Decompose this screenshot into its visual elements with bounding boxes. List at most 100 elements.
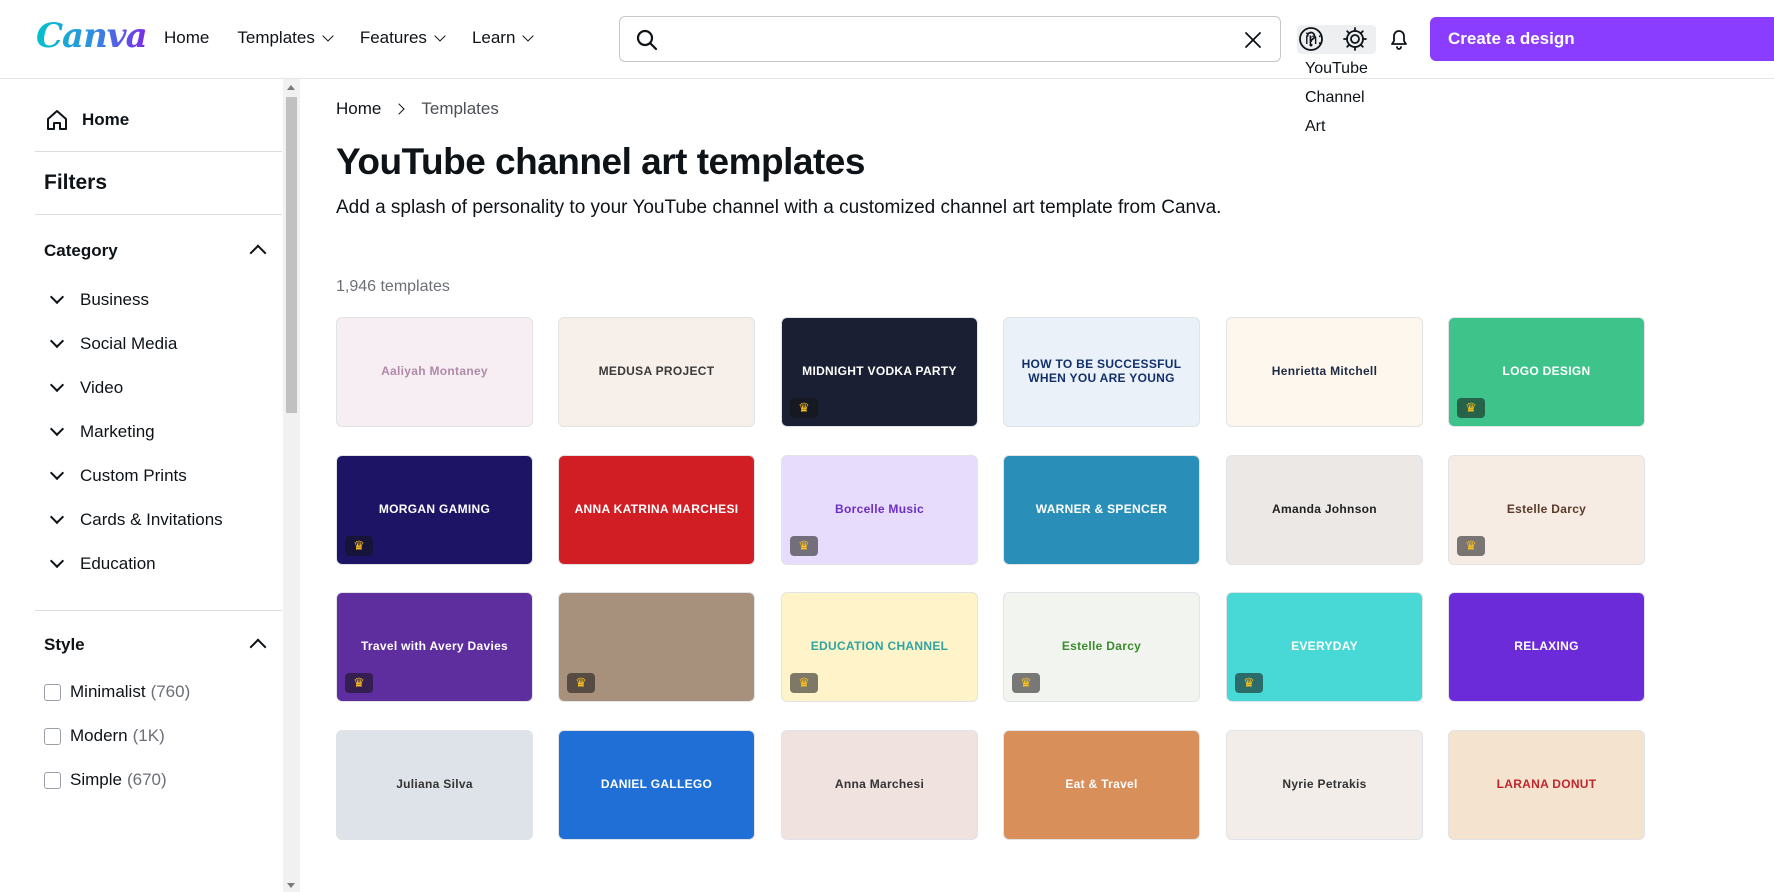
template-card-title: Juliana Silva <box>396 777 473 792</box>
bell-icon[interactable] <box>1385 25 1413 53</box>
template-card-title: Anna Marchesi <box>834 777 925 792</box>
template-card-title: LARANA DONUT <box>1496 777 1597 792</box>
template-card[interactable]: LOGO DESIGN ♛ <box>1448 317 1645 427</box>
scroll-up-arrow-icon[interactable] <box>287 85 295 90</box>
template-card[interactable]: Anna Marchesi <box>781 730 978 840</box>
template-card[interactable]: MEDUSA PROJECT <box>558 317 755 427</box>
template-card[interactable]: WARNER & SPENCER <box>1003 455 1200 565</box>
sidebar-home-label: Home <box>82 110 130 129</box>
category-label: Education <box>80 554 156 573</box>
crown-icon: ♛ <box>1235 673 1263 693</box>
chevron-down-icon <box>49 465 65 481</box>
chevron-down-icon <box>49 553 65 569</box>
category-business[interactable]: Business <box>48 289 149 310</box>
nav-features[interactable]: Features <box>359 28 446 48</box>
chevron-up-icon[interactable] <box>249 244 267 262</box>
filters-title: Filters <box>44 171 108 194</box>
nav-home-label: Home <box>164 28 210 47</box>
template-card-title: Aaliyah Montaney <box>381 364 488 379</box>
sidebar-item-home[interactable]: Home <box>44 107 129 133</box>
template-card[interactable]: Travel with Avery Davies ♛ <box>336 592 533 702</box>
template-card[interactable]: Nyrie Petrakis <box>1226 730 1423 840</box>
template-card[interactable]: Estelle Darcy ♛ <box>1003 592 1200 702</box>
template-card[interactable]: ANNA KATRINA MARCHESI <box>558 455 755 565</box>
crown-icon: ♛ <box>790 536 818 556</box>
sidebar-scrollbar[interactable] <box>283 79 300 892</box>
template-card[interactable]: Aaliyah Montaney <box>336 317 533 427</box>
template-card[interactable]: ♛ <box>558 592 755 702</box>
chevron-up-icon[interactable] <box>249 638 267 656</box>
scroll-down-arrow-icon[interactable] <box>287 883 295 888</box>
category-cards-invitations[interactable]: Cards & Invitations <box>48 509 223 530</box>
gear-icon[interactable] <box>1341 25 1369 53</box>
scrollbar-thumb[interactable] <box>286 97 297 413</box>
nav-home[interactable]: Home <box>164 28 209 48</box>
template-card[interactable]: HOW TO BE SUCCESSFUL WHEN YOU ARE YOUNG <box>1003 317 1200 427</box>
category-heading[interactable]: Category <box>44 241 118 261</box>
template-card-title: Estelle Darcy <box>1061 639 1142 654</box>
chevron-down-icon <box>49 377 65 393</box>
divider <box>35 151 282 152</box>
template-card[interactable]: EDUCATION CHANNEL ♛ <box>781 592 978 702</box>
breadcrumb: Home Templates <box>336 99 499 119</box>
nav-features-label: Features <box>359 28 427 47</box>
category-label: Social Media <box>80 334 178 353</box>
page-title: YouTube channel art templates <box>336 141 865 182</box>
style-option-minimalist[interactable]: Minimalist (760) <box>44 682 190 702</box>
template-card[interactable]: MORGAN GAMING ♛ <box>336 455 533 565</box>
create-design-button[interactable]: Create a design <box>1430 17 1774 61</box>
crown-icon: ♛ <box>1012 673 1040 693</box>
nav-learn[interactable]: Learn <box>472 28 535 48</box>
checkbox[interactable] <box>44 771 61 789</box>
divider <box>35 610 282 611</box>
template-card[interactable]: Estelle Darcy ♛ <box>1448 455 1645 565</box>
category-education[interactable]: Education <box>48 553 156 574</box>
template-card-title: RELAXING <box>1514 639 1579 654</box>
category-marketing[interactable]: Marketing <box>48 421 155 442</box>
crown-icon: ♛ <box>1457 536 1485 556</box>
style-label: Minimalist <box>70 682 146 701</box>
template-card[interactable]: DANIEL GALLEGO <box>558 730 755 840</box>
nav-templates[interactable]: Templates <box>237 28 334 48</box>
category-social-media[interactable]: Social Media <box>48 333 178 354</box>
template-card-title: ANNA KATRINA MARCHESI <box>574 502 739 517</box>
category-custom-prints[interactable]: Custom Prints <box>48 465 187 486</box>
template-card[interactable]: Henrietta Mitchell <box>1226 317 1423 427</box>
template-card-title: DANIEL GALLEGO <box>600 777 713 792</box>
close-icon[interactable] <box>1241 28 1265 52</box>
style-heading[interactable]: Style <box>44 635 85 655</box>
chevron-down-icon <box>49 289 65 305</box>
help-icon[interactable] <box>1297 25 1325 53</box>
template-card-title: Estelle Darcy <box>1506 502 1587 517</box>
style-option-modern[interactable]: Modern (1K) <box>44 726 165 746</box>
chevron-down-icon <box>49 333 65 349</box>
template-grid: Aaliyah Montaney MEDUSA PROJECT MIDNIGHT V… <box>336 317 1774 892</box>
breadcrumb-home[interactable]: Home <box>336 99 381 119</box>
style-option-simple[interactable]: Simple (670) <box>44 770 167 790</box>
template-card-title: EDUCATION CHANNEL <box>810 639 949 654</box>
category-video[interactable]: Video <box>48 377 123 398</box>
template-card-title: HOW TO BE SUCCESSFUL WHEN YOU ARE YOUNG <box>1021 357 1182 385</box>
category-label: Marketing <box>80 422 155 441</box>
template-card[interactable]: EVERYDAY ♛ <box>1226 592 1423 702</box>
template-card-title: Eat & Travel <box>1065 777 1138 792</box>
crown-icon: ♛ <box>790 398 818 418</box>
template-card-title: LOGO DESIGN <box>1502 364 1591 379</box>
template-card[interactable]: Borcelle Music ♛ <box>781 455 978 565</box>
template-card[interactable]: Eat & Travel <box>1003 730 1200 840</box>
template-card[interactable]: RELAXING <box>1448 592 1645 702</box>
template-card[interactable]: Amanda Johnson <box>1226 455 1423 565</box>
crown-icon: ♛ <box>1457 398 1485 418</box>
template-card[interactable]: MIDNIGHT VODKA PARTY ♛ <box>781 317 978 427</box>
breadcrumb-templates[interactable]: Templates <box>421 99 498 119</box>
search-icon[interactable] <box>635 28 659 52</box>
checkbox[interactable] <box>44 727 61 745</box>
search-bar[interactable]: in: YouTube Channel Art <box>619 16 1376 135</box>
checkbox[interactable] <box>44 683 61 701</box>
template-card[interactable]: LARANA DONUT <box>1448 730 1645 840</box>
template-card[interactable]: Juliana Silva <box>336 730 533 840</box>
canva-logo[interactable]: Canva <box>36 16 148 56</box>
template-card-title: MORGAN GAMING <box>378 502 491 517</box>
divider <box>35 214 282 215</box>
template-card-title: Nyrie Petrakis <box>1282 777 1367 792</box>
